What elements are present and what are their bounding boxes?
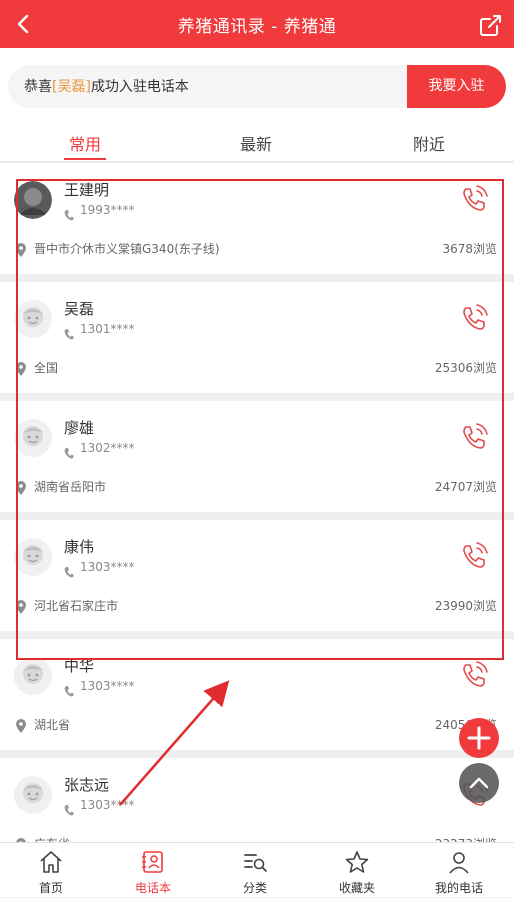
join-button[interactable]: 我要入驻: [407, 65, 506, 108]
phone-small-icon: [64, 563, 74, 578]
location-pin-icon: [16, 599, 26, 614]
nav-my-phone[interactable]: 我的电话: [408, 843, 510, 898]
contact-card[interactable]: 康伟 1303**** 河北省石家庄市 23990浏览: [0, 520, 514, 631]
plus-icon: [467, 726, 491, 750]
tab-nearby[interactable]: 附近: [369, 131, 489, 155]
join-notice-bar: 恭喜[吴磊]成功入驻电话本 我要入驻: [8, 65, 506, 108]
contact-card[interactable]: 王建明 1993**** 晋中市介休市义棠镇G340(东子线) 3678浏览: [0, 163, 514, 274]
location-pin-icon: [16, 242, 26, 257]
phone-small-icon: [64, 325, 74, 340]
scroll-top-button[interactable]: [459, 763, 499, 803]
view-count: 25306浏览: [434, 361, 497, 375]
contact-location: 湖北省: [34, 718, 71, 732]
avatar: [14, 538, 52, 576]
location-pin-icon: [16, 361, 26, 376]
app-header: 养猪通讯录 - 养猪通: [0, 0, 514, 48]
avatar: [14, 300, 52, 338]
view-count: 24707浏览: [434, 480, 497, 494]
add-contact-button[interactable]: [459, 718, 499, 758]
nav-home[interactable]: 首页: [0, 843, 102, 898]
call-icon[interactable]: [458, 302, 490, 334]
contact-phone: 1303****: [80, 679, 135, 693]
tab-latest[interactable]: 最新: [196, 131, 316, 155]
avatar: [14, 181, 52, 219]
contact-phone: 1993****: [80, 203, 135, 217]
view-count: 23990浏览: [434, 599, 497, 613]
join-notice-text: 恭喜[吴磊]成功入驻电话本: [24, 79, 189, 95]
contact-location: 湖南省岳阳市: [34, 480, 107, 494]
avatar: [14, 419, 52, 457]
nav-favorites[interactable]: 收藏夹: [306, 843, 408, 898]
star-icon: [345, 851, 369, 873]
joined-user-name: [吴磊]: [52, 79, 91, 95]
call-icon[interactable]: [458, 659, 490, 691]
contact-name: 廖雄: [64, 419, 95, 437]
call-icon[interactable]: [458, 540, 490, 572]
contact-name: 中华: [64, 657, 95, 675]
contact-phone: 1303****: [80, 560, 135, 574]
bottom-nav: 首页 电话本 分类 收藏夹 我的电话: [0, 842, 514, 897]
phone-small-icon: [64, 444, 74, 459]
tab-bar: 常用 最新 附近: [0, 124, 514, 162]
contact-card[interactable]: 中华1303****湖北省24056浏览: [0, 639, 514, 750]
profile-icon: [449, 852, 469, 874]
arrow-up-icon: [469, 777, 489, 789]
contact-phone: 1303****: [80, 798, 135, 812]
location-pin-icon: [16, 718, 26, 733]
contact-card[interactable]: 吴磊 1301**** 全国 25306浏览: [0, 282, 514, 393]
location-pin-icon: [16, 480, 26, 495]
phone-small-icon: [64, 682, 74, 697]
tab-common[interactable]: 常用: [25, 131, 145, 160]
phonebook-icon: [142, 851, 163, 873]
home-icon: [40, 851, 62, 873]
contact-name: 王建明: [64, 181, 110, 199]
contact-location: 晋中市介休市义棠镇G340(东子线): [34, 242, 220, 256]
call-icon[interactable]: [458, 183, 490, 215]
share-icon[interactable]: [476, 10, 506, 40]
contact-name: 康伟: [64, 538, 95, 556]
call-icon[interactable]: [458, 421, 490, 453]
phone-small-icon: [64, 206, 74, 221]
contact-location: 全国: [34, 361, 59, 375]
join-banner: 恭喜[吴磊]成功入驻电话本 我要入驻: [0, 48, 514, 124]
view-count: 3678浏览: [442, 242, 497, 256]
contact-name: 张志远: [64, 776, 110, 794]
contact-phone: 1301****: [80, 322, 135, 336]
page-title: 养猪通讯录 - 养猪通: [177, 17, 337, 37]
category-icon: [244, 854, 267, 872]
tab-active-indicator: [64, 158, 106, 160]
phone-small-icon: [64, 801, 74, 816]
nav-category[interactable]: 分类: [204, 843, 306, 898]
contact-location: 河北省石家庄市: [34, 599, 119, 613]
contact-card[interactable]: 廖雄 1302**** 湖南省岳阳市 24707浏览: [0, 401, 514, 512]
avatar: [14, 657, 52, 695]
avatar: [14, 776, 52, 814]
nav-phonebook[interactable]: 电话本: [102, 843, 204, 898]
contact-phone: 1302****: [80, 441, 135, 455]
contact-name: 吴磊: [64, 300, 95, 318]
